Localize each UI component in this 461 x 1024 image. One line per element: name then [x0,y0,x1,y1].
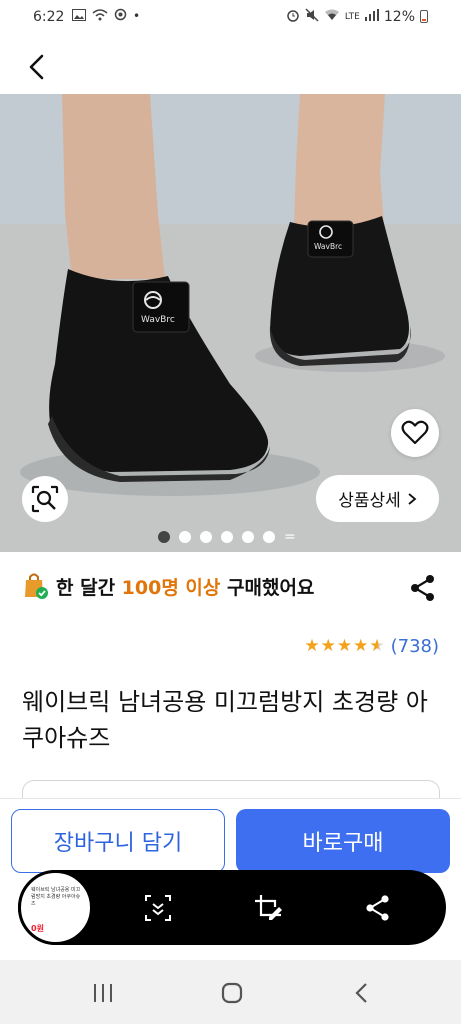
wishlist-button[interactable] [391,409,439,457]
home-button[interactable] [217,978,247,1008]
sync-icon [114,8,127,24]
lte-icon: LTE [344,11,360,22]
rating-summary[interactable]: ★ ★ ★ ★ ★ (738) [304,636,439,657]
product-detail-button[interactable]: 상품상세 [316,475,439,522]
purchase-count-prefix: 한 달간 [56,576,122,599]
share-button[interactable] [409,574,437,602]
share-icon [411,575,434,601]
shoe-brand-text: WavBrc [141,315,175,325]
wifi-icon [324,9,340,24]
crop-edit-button[interactable] [252,892,284,924]
recent-apps-icon [94,984,112,1002]
back-button[interactable] [22,52,52,82]
purchase-count-banner: 한 달간 100명 이상 구매했어요 [22,572,314,600]
signal-icon [364,9,379,24]
star-rating: ★ ★ ★ ★ ★ [304,638,384,655]
buy-now-button[interactable]: 바로구매 [236,809,450,873]
product-detail-label: 상품상세 [338,491,401,511]
share-icon [366,895,389,921]
wifi-call-icon [92,8,108,24]
thumbnail-text: 웨이브릭 남녀공용 미끄럼방지 초경량 아쿠아슈즈 [31,887,81,907]
star-icon: ★ [336,636,353,656]
screenshot-toolbar: 웨이브릭 남녀공용 미끄럼방지 초경량 아쿠아슈즈 0원 [18,870,446,945]
thumbnail-price: 0원 [31,924,44,933]
star-icon: ★ [320,636,336,656]
screenshot-share-button[interactable] [362,892,394,924]
review-count-link[interactable]: (738) [391,636,439,657]
notification-dot-icon: • [133,9,141,23]
carousel-dot [221,531,233,543]
heart-icon [401,420,429,445]
chevron-right-icon [408,492,417,505]
status-bar: 6:22 • LTE 12% [0,0,461,36]
carousel-more-icon: = [284,529,296,545]
top-bar [0,36,461,94]
scroll-capture-icon [145,895,171,921]
gallery-icon [72,8,86,24]
purchase-count-suffix: 구매했어요 [220,576,315,599]
battery-percent: 12% [383,8,415,25]
carousel-dot [158,531,170,543]
back-arrow-icon [29,54,44,80]
purchase-count-highlight: 100명 이상 [121,576,221,599]
scroll-capture-button[interactable] [142,892,174,924]
mute-icon [305,8,319,25]
recent-apps-button[interactable] [88,978,118,1008]
star-icon: ★ [353,636,369,656]
half-star-icon: ★ [369,636,385,656]
carousel-dot [242,531,254,543]
carousel-indicator: = [158,529,296,545]
carousel-dot [200,531,212,543]
battery-icon [420,10,428,23]
system-navigation-bar [0,960,461,1024]
chevron-left-icon [355,983,367,1003]
carousel-dot [263,531,275,543]
back-nav-button[interactable] [347,978,377,1008]
clock: 6:22 [33,9,65,25]
lens-search-icon [31,485,59,513]
shoe-brand-text-2: WavBrc [314,242,342,251]
screenshot-thumbnail[interactable]: 웨이브릭 남녀공용 미끄럼방지 초경량 아쿠아슈즈 0원 [18,870,93,945]
carousel-dot [179,531,191,543]
add-to-cart-button[interactable]: 장바구니 담기 [11,809,225,873]
product-title: 웨이브릭 남녀공용 미끄럼방지 초경량 아쿠아슈즈 [22,688,428,752]
shopping-bag-check-icon [22,572,48,600]
alarm-icon [286,8,300,25]
image-search-button[interactable] [22,476,68,522]
product-image-carousel[interactable]: WavBrc WavBrc 상품상세 = [0,94,461,552]
crop-edit-icon [255,895,282,920]
star-icon: ★ [304,636,320,656]
home-icon [221,982,243,1004]
